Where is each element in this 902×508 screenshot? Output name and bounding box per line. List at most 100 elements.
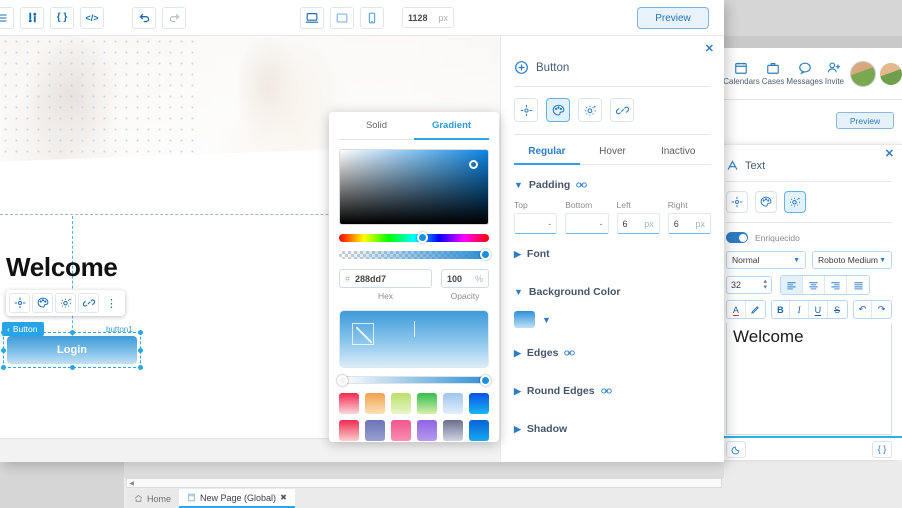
align-justify-icon[interactable] [847, 276, 869, 294]
padding-right-input[interactable]: 6 px [668, 213, 711, 234]
swatch[interactable] [391, 420, 411, 441]
opacity-input[interactable]: 100 % [441, 269, 489, 288]
padding-bottom-input[interactable]: - [565, 213, 608, 234]
background-color-control[interactable]: ▼ [514, 307, 711, 330]
desktop-icon[interactable] [300, 7, 324, 29]
text-style-select[interactable]: Normal ▼ [726, 251, 806, 269]
padding-top-input[interactable]: - [514, 213, 557, 234]
align-center-icon[interactable] [803, 276, 825, 294]
gradient-angle-icon[interactable] [352, 323, 374, 345]
bg-nav-item-cases[interactable]: Cases [762, 61, 785, 86]
section-shadow-header[interactable]: ▶ Shadow [514, 406, 711, 444]
section-edges-header[interactable]: ▶ Edges [514, 330, 711, 368]
saturation-value-area[interactable] [339, 149, 489, 225]
undo-icon[interactable]: ↶ [854, 301, 873, 318]
alpha-knob[interactable] [480, 249, 491, 260]
bg-nav-item-calendars[interactable]: Calendars [723, 61, 759, 86]
color-cursor[interactable] [469, 160, 478, 169]
mobile-icon[interactable] [360, 7, 384, 29]
tablet-icon[interactable] [330, 7, 354, 29]
swatch[interactable] [339, 420, 359, 441]
swatch[interactable] [443, 393, 463, 414]
hue-slider[interactable] [339, 234, 489, 242]
color-swatch-preview[interactable] [514, 311, 535, 328]
code-icon[interactable]: { } [872, 441, 892, 458]
swatch[interactable] [365, 393, 385, 414]
tab-solid[interactable]: Solid [339, 112, 414, 140]
close-icon[interactable]: ✕ [705, 44, 714, 55]
link-icon[interactable] [564, 349, 575, 357]
page-tab-home[interactable]: Home [126, 489, 179, 508]
gradient-preview[interactable] [339, 310, 489, 368]
move-icon[interactable] [9, 293, 30, 313]
resize-handle[interactable] [1, 330, 6, 335]
close-icon[interactable]: ✕ [885, 149, 894, 160]
link-icon[interactable] [576, 181, 587, 189]
bg-nav-item-invite[interactable]: Invite [825, 61, 844, 86]
avatar[interactable] [850, 61, 876, 87]
scroll-left-icon[interactable]: ◀ [127, 479, 136, 487]
rich-text-toggle[interactable] [726, 232, 748, 243]
section-round-edges-header[interactable]: ▶ Round Edges [514, 368, 711, 406]
layers-icon[interactable] [0, 7, 14, 29]
palette-icon[interactable] [32, 293, 53, 313]
settings-icon[interactable] [55, 293, 76, 313]
palette-icon[interactable] [755, 191, 777, 213]
bg-preview-button[interactable]: Preview [836, 112, 894, 129]
section-background-color-header[interactable]: ▼ Background Color [514, 269, 711, 307]
padding-left-input[interactable]: 6 px [617, 213, 660, 234]
braces-icon[interactable]: { } [50, 7, 74, 29]
swatch[interactable] [365, 420, 385, 441]
underline-icon[interactable]: U [809, 301, 828, 318]
section-padding-header[interactable]: ▼ Padding [514, 165, 711, 200]
resize-handle[interactable] [1, 348, 6, 353]
bold-icon[interactable]: B [772, 301, 791, 318]
gradient-stop-start[interactable] [337, 375, 348, 386]
horizontal-scrollbar[interactable] [126, 478, 722, 488]
page-tab-new-page[interactable]: New Page (Global) ✖ [179, 489, 295, 508]
align-left-icon[interactable] [781, 276, 803, 294]
align-right-icon[interactable] [825, 276, 847, 294]
resize-handle[interactable] [70, 365, 75, 370]
stepper-icon[interactable]: ▴▾ [763, 279, 767, 290]
palette-icon[interactable] [546, 98, 570, 122]
swatch[interactable] [391, 393, 411, 414]
swatch[interactable] [469, 420, 489, 441]
hex-input[interactable]: # 288dd7 [339, 269, 432, 288]
italic-icon[interactable]: I [790, 301, 809, 318]
bg-nav-item-messages[interactable]: Messages [786, 61, 822, 86]
link-icon[interactable] [601, 387, 612, 395]
layout-icon[interactable] [726, 191, 748, 213]
highlight-icon[interactable] [746, 301, 765, 318]
avatar-secondary[interactable] [880, 63, 902, 85]
font-color-icon[interactable]: A [727, 301, 746, 318]
alpha-slider[interactable] [339, 251, 489, 259]
resize-handle[interactable] [70, 330, 75, 335]
strikethrough-icon[interactable]: S [828, 301, 847, 318]
resize-handle[interactable] [138, 330, 143, 335]
swatch[interactable] [469, 393, 489, 414]
more-icon[interactable]: ⋮ [101, 293, 122, 313]
swatch[interactable] [339, 393, 359, 414]
resize-handle[interactable] [1, 365, 6, 370]
tab-regular[interactable]: Regular [514, 139, 580, 165]
section-font-header[interactable]: ▶ Font [514, 234, 711, 269]
tab-hover[interactable]: Hover [580, 139, 646, 165]
swatch[interactable] [417, 393, 437, 414]
font-size-input[interactable]: 32 ▴▾ [726, 276, 772, 294]
link-icon[interactable] [78, 293, 99, 313]
resize-handle[interactable] [138, 348, 143, 353]
close-icon[interactable]: ✖ [280, 493, 287, 502]
gradient-stops-slider[interactable] [339, 376, 489, 384]
layout-icon[interactable] [514, 98, 538, 122]
hue-knob[interactable] [417, 232, 428, 243]
chevron-down-icon[interactable]: ▼ [542, 315, 551, 325]
preview-button[interactable]: Preview [637, 7, 709, 29]
dark-mode-icon[interactable] [726, 441, 746, 458]
swatch[interactable] [443, 420, 463, 441]
tab-gradient[interactable]: Gradient [414, 112, 489, 140]
canvas-heading[interactable]: Welcome [6, 252, 118, 283]
font-family-select[interactable]: Roboto Medium ▼ [812, 251, 892, 269]
undo-icon[interactable] [132, 7, 156, 29]
text-content-editor[interactable]: Welcome [726, 323, 892, 435]
